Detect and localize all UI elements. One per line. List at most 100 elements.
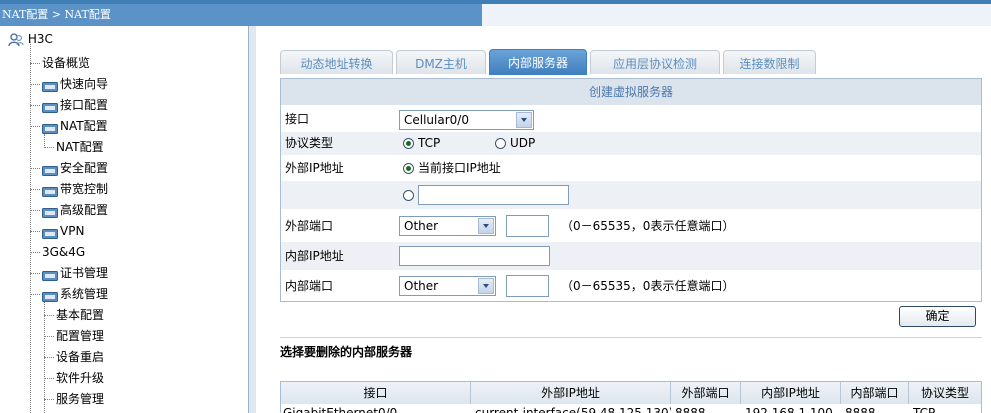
folder-icon [42, 205, 58, 218]
tab-dynamic-nat[interactable]: 动态地址转换 [280, 50, 393, 74]
tree-connector [30, 294, 40, 295]
sidebar-item-label: 高级配置 [60, 203, 109, 217]
sidebar-item[interactable]: 高级配置 [42, 201, 108, 219]
tree-connector [30, 231, 40, 232]
sidebar-item[interactable]: 证书管理 [42, 264, 108, 282]
column-header-external-ip[interactable]: 外部IP地址 [471, 382, 671, 404]
tab-dmz-host[interactable]: DMZ主机 [396, 50, 486, 74]
row-interface: 接口 Cellular0/0 [281, 107, 981, 132]
sidebar-item[interactable]: 3G&4G [42, 243, 85, 261]
column-header-internal-port[interactable]: 内部端口 [841, 382, 909, 404]
interface-label: 接口 [285, 112, 310, 126]
chevron-down-icon [478, 218, 494, 234]
internal-port-hint: （0－65535，0表示任意端口） [561, 279, 735, 293]
radio-current-interface-ip[interactable] [403, 163, 414, 174]
tree-connector [44, 399, 54, 400]
sidebar-item-label: NAT配置 [60, 119, 108, 133]
external-port-input[interactable] [506, 215, 549, 237]
sidebar-item-label: 设备重启 [56, 350, 105, 364]
internal-port-label: 内部端口 [285, 279, 334, 293]
sidebar-item[interactable]: 软件升级 [56, 369, 104, 387]
folder-icon [42, 100, 58, 113]
external-port-label: 外部端口 [285, 219, 334, 233]
sidebar-item-label: NAT配置 [56, 140, 104, 154]
tree-connector [30, 105, 40, 106]
table-cell: TCP [913, 406, 936, 413]
sidebar-item[interactable]: 设备概览 [42, 54, 90, 72]
sidebar-item[interactable]: VPN [42, 222, 84, 240]
sidebar-item[interactable]: NAT配置 [56, 138, 104, 156]
tab-internal-server[interactable]: 内部服务器 [489, 49, 587, 75]
external-ip-input[interactable] [418, 185, 569, 205]
internal-port-select[interactable]: Other [399, 276, 496, 296]
radio-current-interface-ip-label: 当前接口IP地址 [418, 161, 501, 175]
tree-connector [30, 63, 40, 64]
sidebar-item-label: 基本配置 [56, 308, 105, 322]
radio-udp[interactable] [495, 138, 506, 149]
row-external-ip: 外部IP地址 当前接口IP地址 [281, 156, 981, 180]
sidebar-item[interactable]: 接口配置 [42, 96, 108, 114]
sidebar-item[interactable]: 配置管理 [56, 327, 104, 345]
folder-icon [42, 289, 58, 302]
sidebar-item-label: 软件升级 [56, 371, 105, 385]
tree-connector [30, 252, 40, 253]
tree-connector [44, 357, 54, 358]
radio-udp-label: UDP [510, 136, 536, 150]
ok-button[interactable]: 确定 [899, 306, 976, 327]
folder-icon [42, 268, 58, 281]
tab-alg[interactable]: 应用层协议检测 [590, 50, 720, 74]
external-port-select[interactable]: Other [399, 216, 496, 236]
sidebar-item[interactable]: NAT配置 [42, 117, 108, 135]
folder-icon [42, 226, 58, 239]
tree-connector [30, 84, 40, 85]
sidebar-item[interactable]: 基本配置 [56, 306, 104, 324]
row-external-port: 外部端口 Other （0－65535，0表示任意端口） [281, 211, 981, 241]
delete-section-title: 选择要删除的内部服务器 [280, 345, 413, 359]
tree-connector [44, 315, 54, 316]
internal-ip-input[interactable] [399, 246, 550, 266]
folder-icon [42, 184, 58, 197]
sidebar-item[interactable]: 系统管理 [42, 285, 108, 303]
sidebar-item[interactable]: 设备重启 [56, 348, 104, 366]
column-header-protocol[interactable]: 协议类型 [909, 382, 981, 404]
main-content: 动态地址转换 DMZ主机 内部服务器 应用层协议检测 连接数限制 创建虚拟服务器… [256, 26, 991, 413]
sidebar-item-label: 服务管理 [56, 392, 105, 406]
tree-connector [44, 147, 54, 148]
sidebar-item[interactable]: 服务管理 [56, 390, 104, 408]
radio-custom-ip[interactable] [403, 190, 414, 201]
row-protocol: 协议类型 TCP UDP [281, 132, 981, 155]
tab-connection-limit[interactable]: 连接数限制 [723, 50, 816, 74]
column-header-internal-ip[interactable]: 内部IP地址 [741, 382, 841, 404]
table-cell: 8888 [675, 406, 706, 413]
column-header-external-port[interactable]: 外部端口 [671, 382, 741, 404]
protocol-label: 协议类型 [285, 136, 334, 150]
row-internal-port: 内部端口 Other （0－65535，0表示任意端口） [281, 271, 981, 301]
table-cell: 8888 [845, 406, 876, 413]
internal-port-input[interactable] [506, 275, 549, 297]
sidebar-item-label: 系统管理 [60, 287, 109, 301]
tree-root-label: H3C [27, 32, 53, 46]
sidebar-item[interactable]: 带宽控制 [42, 180, 108, 198]
internal-ip-label: 内部IP地址 [285, 249, 344, 263]
sidebar-item[interactable]: 安全配置 [42, 159, 108, 177]
radio-tcp-label: TCP [418, 136, 441, 150]
breadcrumb: NAT配置 > NAT配置 [0, 4, 482, 26]
sidebar-item-label: 带宽控制 [60, 182, 109, 196]
tree-connector [30, 273, 40, 274]
external-port-select-value: Other [404, 219, 439, 233]
internal-server-table: 接口 外部IP地址 外部端口 内部IP地址 内部端口 协议类型 GigabitE… [280, 381, 982, 413]
interface-select[interactable]: Cellular0/0 [399, 110, 534, 130]
chevron-down-icon [478, 278, 494, 294]
section-divider [280, 337, 982, 338]
folder-icon [42, 121, 58, 134]
form-title: 创建虚拟服务器 [281, 79, 981, 105]
folder-icon [42, 163, 58, 176]
sidebar-splitter[interactable] [249, 26, 256, 413]
radio-tcp[interactable] [403, 138, 414, 149]
create-virtual-server-form: 创建虚拟服务器 接口 Cellular0/0 协议类型 TCP UDP 外部IP… [280, 78, 982, 302]
sidebar-item[interactable]: 快速向导 [42, 75, 108, 93]
column-header-interface[interactable]: 接口 [281, 382, 471, 404]
external-ip-label: 外部IP地址 [285, 161, 344, 175]
tree-connector [30, 210, 40, 211]
tree-connector [44, 134, 45, 148]
